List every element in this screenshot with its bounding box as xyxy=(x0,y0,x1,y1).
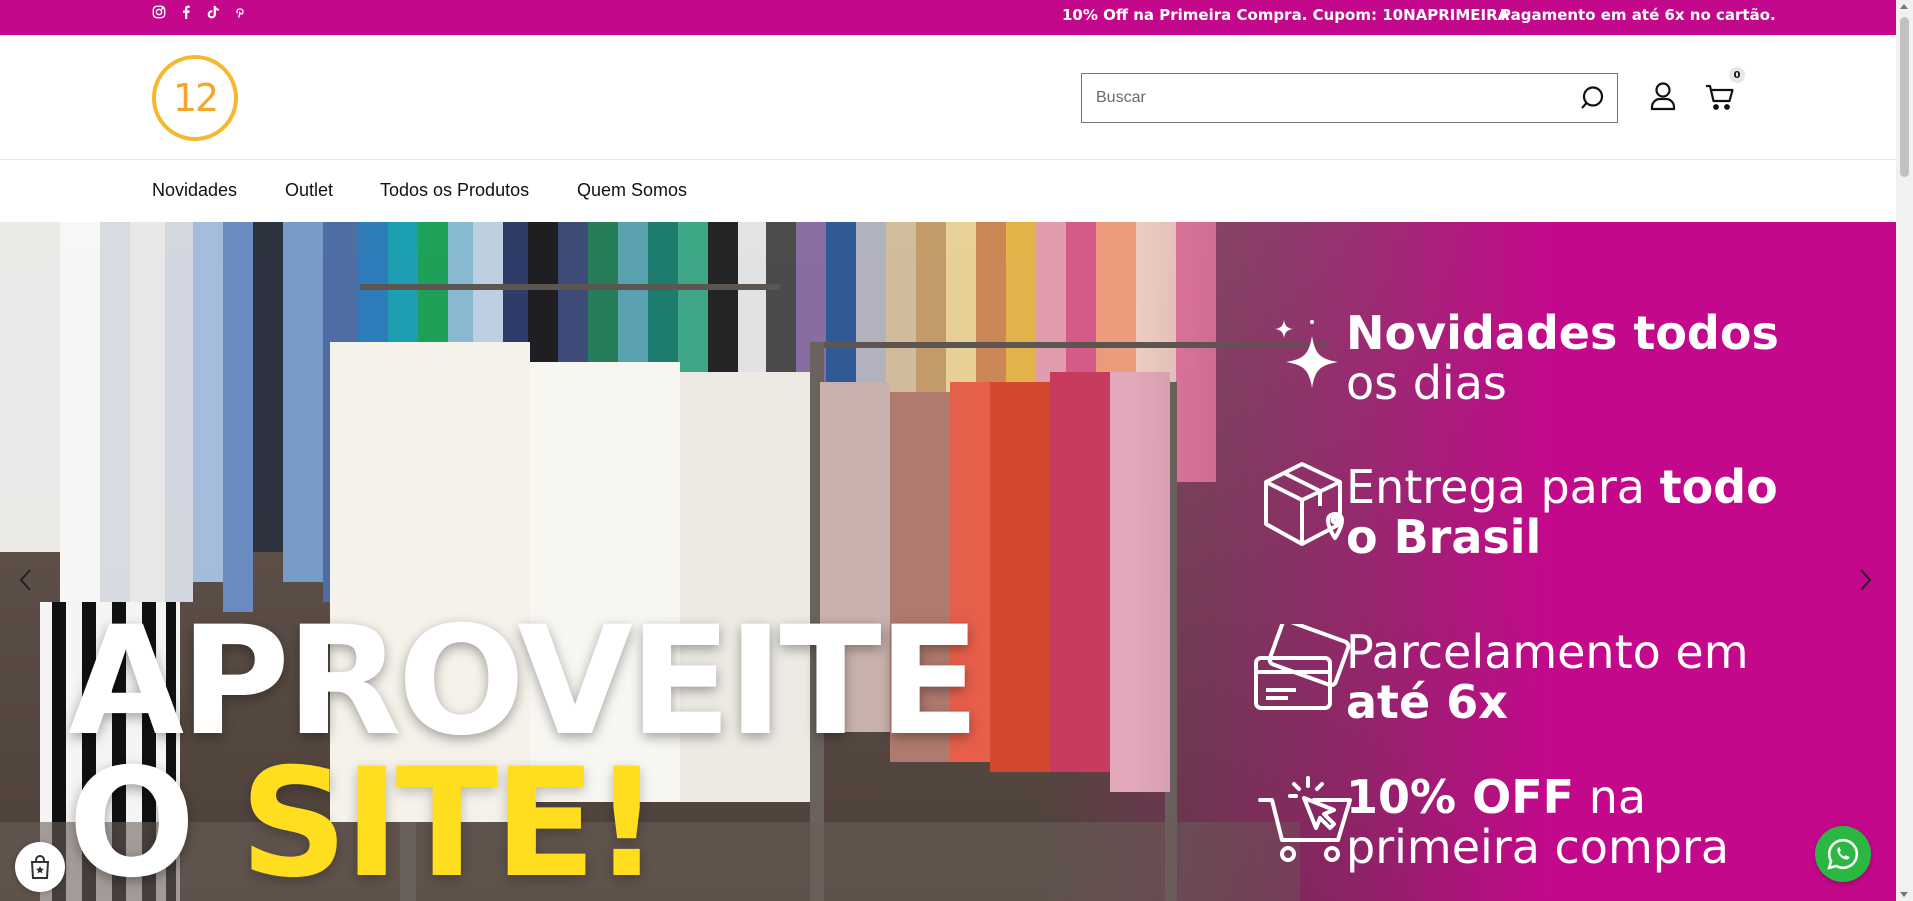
package-location-icon xyxy=(1264,462,1344,546)
feature-entrega-bold: todo xyxy=(1659,460,1778,514)
announcement-coupon: 10% Off na Primeira Compra. Cupom: 10NAP… xyxy=(1062,6,1510,24)
hero-headline-site: SITE! xyxy=(239,737,661,901)
whatsapp-icon[interactable] xyxy=(1815,826,1871,882)
slider-next-arrow-icon[interactable] xyxy=(1855,567,1875,593)
announcement-bar: 10% Off na Primeira Compra. Cupom: 10NAP… xyxy=(0,0,1896,35)
search-icon[interactable] xyxy=(1579,85,1605,111)
scroll-up-icon[interactable] xyxy=(1900,4,1908,9)
main-nav: Novidades Outlet Todos os Produtos Quem … xyxy=(0,161,1896,222)
feature-desconto-text: na xyxy=(1574,770,1647,824)
logo-text: 12 xyxy=(172,76,219,120)
search-input[interactable] xyxy=(1096,74,1556,122)
search-box xyxy=(1081,73,1618,123)
hero-headline: APROVEITE O SITE! xyxy=(68,595,980,899)
feature-entrega-text: Entrega para xyxy=(1346,460,1660,514)
nav-item-quem-somos[interactable]: Quem Somos xyxy=(577,180,687,201)
nav-item-outlet[interactable]: Outlet xyxy=(285,180,333,201)
cart-count-badge: 0 xyxy=(1729,67,1745,83)
sparkle-icon xyxy=(1275,320,1338,388)
page-scrollbar[interactable] xyxy=(1896,0,1913,901)
shopping-bag-badge-icon[interactable] xyxy=(15,842,65,892)
feature-parcelamento-bold: até 6x xyxy=(1346,675,1508,729)
feature-novidades-text: os dias xyxy=(1346,356,1507,410)
feature-entrega-bold2: o Brasil xyxy=(1346,510,1542,564)
feature-desconto-text2: primeira compra xyxy=(1346,820,1730,874)
feature-novidades-bold: Novidades todos xyxy=(1346,306,1779,360)
scrollbar-thumb[interactable] xyxy=(1900,17,1909,177)
announcement-installments: Pagamento em até 6x no cartão. xyxy=(1500,6,1776,24)
site-header: 12 0 xyxy=(0,35,1896,160)
feature-entrega: Entrega para todo o Brasil xyxy=(1346,462,1778,562)
social-links xyxy=(152,5,247,19)
credit-card-icon xyxy=(1254,624,1351,710)
nav-item-novidades[interactable]: Novidades xyxy=(152,180,237,201)
slider-prev-arrow-icon[interactable] xyxy=(16,567,36,593)
cart-icon[interactable] xyxy=(1705,83,1735,111)
tiktok-icon[interactable] xyxy=(206,5,220,19)
feature-desconto-bold: 10% OFF xyxy=(1346,770,1575,824)
nav-item-todos-os-produtos[interactable]: Todos os Produtos xyxy=(380,180,529,201)
feature-parcelamento-text: Parcelamento em xyxy=(1346,625,1749,679)
pinterest-icon[interactable] xyxy=(233,5,247,19)
hero-headline-line2: O SITE! xyxy=(68,749,976,899)
shopping-cart-click-icon xyxy=(1258,776,1352,862)
feature-parcelamento: Parcelamento em até 6x xyxy=(1346,627,1749,727)
hero-headline-line1: APROVEITE xyxy=(68,595,980,769)
instagram-icon[interactable] xyxy=(152,5,166,19)
hero-banner[interactable]: APROVEITE O SITE! Novidades todos os dia… xyxy=(0,222,1896,901)
store-logo[interactable]: 12 xyxy=(152,55,238,141)
facebook-icon[interactable] xyxy=(179,5,193,19)
account-icon[interactable] xyxy=(1650,81,1676,111)
feature-desconto: 10% OFF na primeira compra xyxy=(1346,772,1729,872)
scroll-down-icon[interactable] xyxy=(1900,892,1908,897)
feature-novidades: Novidades todos os dias xyxy=(1346,308,1779,408)
hero-headline-o: O xyxy=(68,737,240,901)
